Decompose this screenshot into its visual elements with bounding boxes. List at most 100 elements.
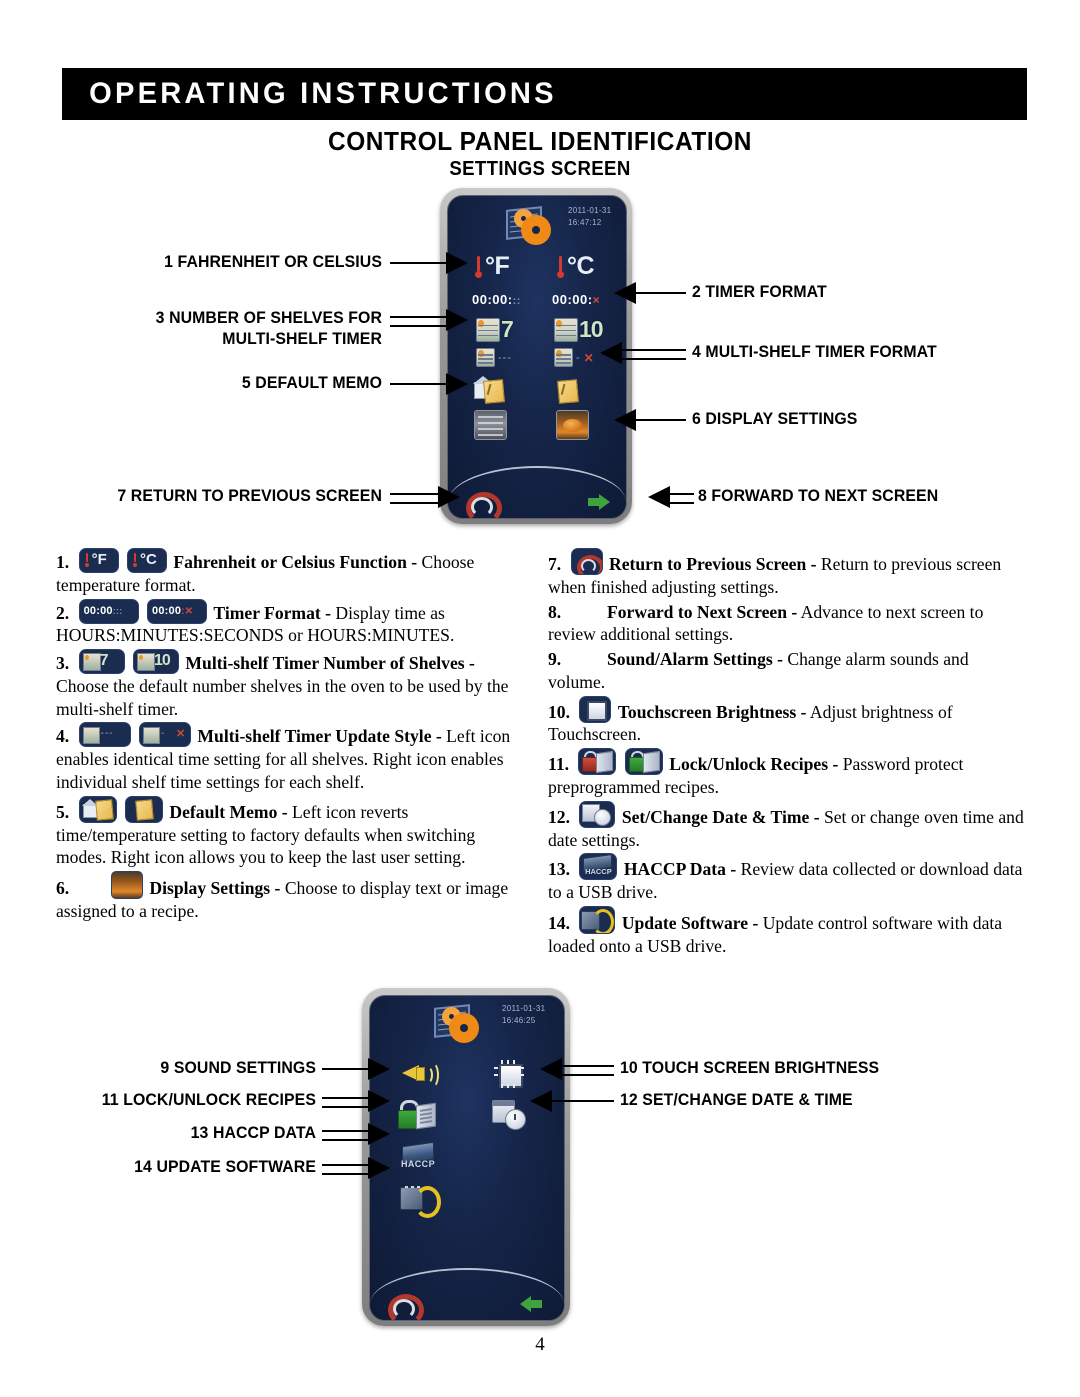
timer-hms-label: 00:00: <box>472 292 513 307</box>
timer-hms-suffix: :: <box>512 295 521 307</box>
callout-1: 1 FAHRENHEIT OR CELSIUS <box>164 253 382 271</box>
list-item-3: 3. 7 10 Multi-shelf Timer Number of Shel… <box>56 649 528 720</box>
screen-date: 2011-01-31 <box>502 1004 546 1013</box>
update-software-button[interactable] <box>400 1184 441 1218</box>
timer-hm-icon: 00:00:✕ <box>147 598 208 624</box>
callout-14-arrow <box>368 1157 390 1179</box>
callout-10-arrow <box>540 1058 562 1080</box>
timer-style-identical-icon: --- <box>78 722 131 748</box>
fahrenheit-option[interactable]: °F <box>474 252 510 281</box>
forward-button[interactable] <box>588 494 610 510</box>
list-item-5: 5. Default Memo - Left icon reverts time… <box>56 795 528 869</box>
set-date-time-button[interactable] <box>492 1100 526 1130</box>
timer-hm-suffix: × <box>592 293 601 307</box>
list-item-11: 11. Lock/Unlock Recipes - Password prote… <box>548 748 1026 799</box>
shelves-7-label: 7 <box>501 316 514 342</box>
chip-pin-icon <box>501 1060 503 1064</box>
celsius-label: °C <box>567 252 595 280</box>
update-ring-icon <box>414 1186 441 1218</box>
callout-7: 7 RETURN TO PREVIOUS SCREEN <box>117 487 382 505</box>
callout-8: 8 FORWARD TO NEXT SCREEN <box>698 487 939 505</box>
page-number: 4 <box>535 1334 545 1355</box>
lock-recipes-icon <box>578 748 617 776</box>
section-banner: OPERATING INSTRUCTIONS <box>62 68 1027 120</box>
display-image-option[interactable] <box>556 410 589 440</box>
callout-9: 9 SOUND SETTINGS <box>160 1059 316 1077</box>
callout-12: 12 SET/CHANGE DATE & TIME <box>620 1091 853 1109</box>
shelves-10-label: 10 <box>579 316 604 342</box>
shelves-10-option[interactable]: 10 <box>554 316 604 343</box>
gear-large-icon <box>452 1016 476 1040</box>
celsius-icon: °C <box>127 548 168 573</box>
callout-12-arrow <box>530 1090 552 1112</box>
callout-3-leader <box>390 316 448 327</box>
callout-11-leader <box>322 1097 370 1108</box>
touchscreen-brightness-button[interactable] <box>494 1060 524 1088</box>
callout-8-leader <box>670 493 694 504</box>
shelf-rack-icon <box>476 348 495 367</box>
date-time-icon <box>579 800 616 828</box>
update-software-icon <box>579 905 616 934</box>
callout-11: 11 LOCK/UNLOCK RECIPES <box>101 1091 316 1109</box>
haccp-label: HACCP <box>400 1159 435 1169</box>
display-text-option[interactable] <box>474 410 507 440</box>
callout-5-leader <box>390 383 448 385</box>
celsius-option[interactable]: °C <box>556 252 595 281</box>
return-previous-icon <box>570 548 603 575</box>
callout-9-leader <box>322 1068 370 1070</box>
callout-3-arrow <box>446 309 468 331</box>
chip-pin-icon <box>507 1084 509 1088</box>
timer-format-hm-option[interactable]: 00:00: × <box>552 292 600 307</box>
forward-arrow-head-icon <box>599 494 610 510</box>
forward-button[interactable] <box>520 1296 542 1312</box>
list-item-13: 13. HACCP HACCP Data - Review data colle… <box>548 853 1026 904</box>
shelves-7-option[interactable]: 7 <box>476 316 514 343</box>
list-item-4: 4. --- - ✕ Multi-shelf Timer Update Style… <box>56 722 528 793</box>
timer-style-individual-icon: - ✕ <box>139 722 192 748</box>
callout-10-leader <box>562 1065 614 1076</box>
clock-face-icon <box>505 1109 526 1130</box>
callout-6: 6 DISPLAY SETTINGS <box>692 410 858 428</box>
memo-note-icon <box>483 379 505 404</box>
list-item-12: 12. Set/Change Date & Time - Set or chan… <box>548 800 1026 852</box>
default-memo-keep-option[interactable] <box>556 378 586 404</box>
chip-pin-icon <box>501 1084 503 1088</box>
oven-gear-logo <box>504 206 560 246</box>
timer-style-individual-option[interactable]: - ✕ <box>554 348 594 367</box>
list-item-14: 14. Update Software - Update control sof… <box>548 905 1026 958</box>
timer-hm-label: 00:00: <box>552 292 593 307</box>
timer-hms-icon: 00:00::: <box>78 598 139 624</box>
shelf-rack-icon <box>554 317 578 342</box>
page-title: CONTROL PANEL IDENTIFICATION <box>327 126 753 156</box>
back-button[interactable] <box>388 1294 424 1320</box>
timer-style-identical-option[interactable]: --- <box>476 348 512 367</box>
callout-10: 10 TOUCH SCREEN BRIGHTNESS <box>620 1059 880 1077</box>
chip-pin-icon <box>507 1060 509 1064</box>
second-screen-display: 2011-01-31 16:46:25 HACCP <box>369 995 565 1321</box>
back-arrow-inner-icon <box>471 497 493 517</box>
callout-7-leader <box>390 493 440 504</box>
recipe-document-icon <box>416 1102 436 1130</box>
callout-14-leader <box>322 1164 370 1175</box>
haccp-data-button[interactable]: HACCP <box>400 1141 436 1174</box>
default-memo-revert-option[interactable] <box>473 376 505 404</box>
gear-large-icon <box>524 218 548 242</box>
screen-date: 2011-01-31 <box>568 206 612 215</box>
timer-format-hms-option[interactable]: 00:00: :: <box>472 292 521 307</box>
callout-4-leader <box>622 349 686 360</box>
lock-unlock-recipes-button[interactable] <box>398 1100 436 1130</box>
back-button[interactable] <box>466 492 502 518</box>
list-item-9: 9. Sound/Alarm Settings - Change alarm s… <box>548 649 969 692</box>
shelves-10-icon: 10 <box>133 649 180 675</box>
chip-pin-icon <box>494 1074 498 1076</box>
default-memo-keep-icon <box>125 795 164 823</box>
page-subtitle: SETTINGS SCREEN <box>449 158 631 180</box>
sound-settings-button[interactable] <box>402 1060 439 1088</box>
sound-wave-icon <box>426 1062 439 1088</box>
shelf-rack-icon <box>476 317 500 342</box>
timer-style-dots: --- <box>498 351 512 364</box>
unlock-recipes-icon <box>624 748 663 776</box>
oven-gear-logo <box>432 1004 488 1044</box>
callout-14: 14 UPDATE SOFTWARE <box>134 1158 316 1176</box>
callout-2: 2 TIMER FORMAT <box>692 283 827 301</box>
